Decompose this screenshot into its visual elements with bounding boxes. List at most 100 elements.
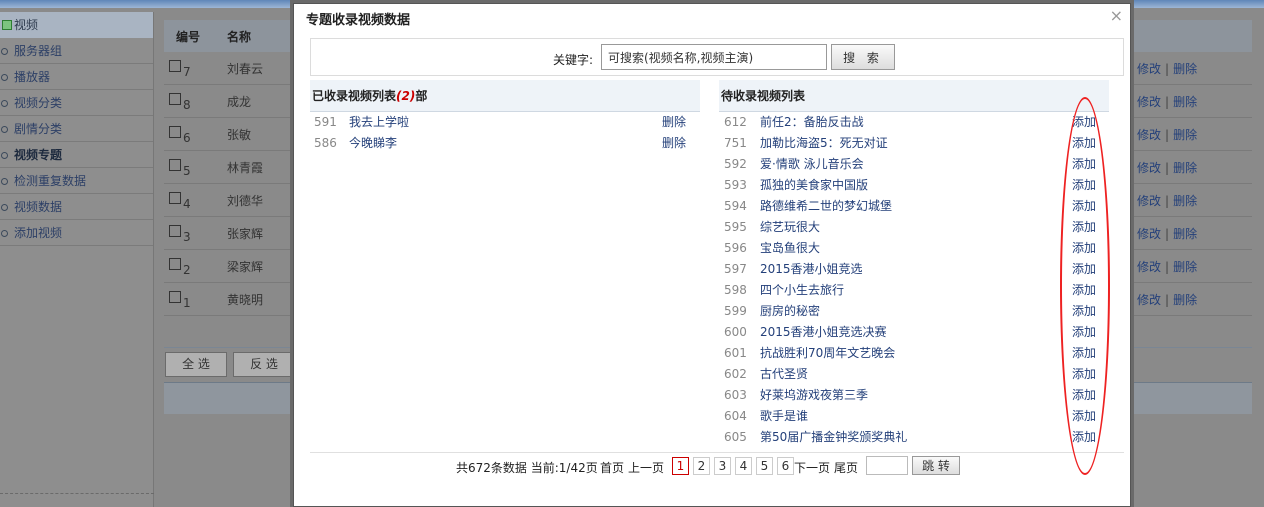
item-name[interactable]: 厨房的秘密 xyxy=(760,301,820,322)
add-link[interactable]: 添加 xyxy=(1072,259,1096,280)
row-checkbox[interactable] xyxy=(169,126,181,138)
select-all-button[interactable]: 全 选 xyxy=(165,352,227,377)
search-button[interactable]: 搜 索 xyxy=(831,44,895,70)
add-link[interactable]: 添加 xyxy=(1072,364,1096,385)
add-link[interactable]: 添加 xyxy=(1072,280,1096,301)
delete-link[interactable]: 删除 xyxy=(1173,161,1197,175)
item-name[interactable]: 第50届广播金钟奖颁奖典礼 xyxy=(760,427,907,448)
delete-link[interactable]: 删除 xyxy=(1173,128,1197,142)
pager-page[interactable]: 5 xyxy=(756,457,773,475)
item-name[interactable]: 爱·情歌 泳儿音乐会 xyxy=(760,154,864,175)
item-name[interactable]: 宝岛鱼很大 xyxy=(760,238,820,259)
add-link[interactable]: 添加 xyxy=(1072,343,1096,364)
edit-link[interactable]: 修改 xyxy=(1137,161,1161,175)
item-name[interactable]: 孤独的美食家中国版 xyxy=(760,175,868,196)
add-link[interactable]: 添加 xyxy=(1072,301,1096,322)
add-link[interactable]: 添加 xyxy=(1072,112,1096,133)
delete-link[interactable]: 删除 xyxy=(1173,260,1197,274)
jump-page-input[interactable] xyxy=(866,456,908,475)
close-icon[interactable]: × xyxy=(1110,6,1123,25)
item-name[interactable]: 抗战胜利70周年文艺晚会 xyxy=(760,343,895,364)
delete-link[interactable]: 删除 xyxy=(1173,194,1197,208)
edit-link[interactable]: 修改 xyxy=(1137,227,1161,241)
item-name[interactable]: 前任2：备胎反击战 xyxy=(760,112,864,133)
item-name[interactable]: 今晚睇李 xyxy=(349,133,397,154)
add-link[interactable]: 添加 xyxy=(1072,385,1096,406)
row-id: 6 xyxy=(183,131,191,145)
item-name[interactable]: 2015香港小姐竞选决赛 xyxy=(760,322,887,343)
item-id: 601 xyxy=(724,346,747,360)
item-name[interactable]: 好莱坞游戏夜第三季 xyxy=(760,385,868,406)
add-link[interactable]: 添加 xyxy=(1072,406,1096,427)
add-link[interactable]: 添加 xyxy=(1072,238,1096,259)
pending-item: 601 抗战胜利70周年文艺晚会 添加 xyxy=(724,343,1104,364)
row-actions: 修改 | 删除 xyxy=(1137,225,1197,242)
delete-link[interactable]: 删除 xyxy=(1173,95,1197,109)
add-link[interactable]: 添加 xyxy=(1072,427,1096,448)
add-link[interactable]: 添加 xyxy=(1072,154,1096,175)
delete-link[interactable]: 删除 xyxy=(1173,62,1197,76)
row-checkbox[interactable] xyxy=(169,93,181,105)
keyword-input[interactable] xyxy=(601,44,827,70)
item-id: 604 xyxy=(724,409,747,423)
row-checkbox[interactable] xyxy=(169,258,181,270)
included-item: 586 今晚睇李 删除 xyxy=(314,133,694,154)
pager-prev[interactable]: 上一页 xyxy=(628,459,664,476)
edit-link[interactable]: 修改 xyxy=(1137,260,1161,274)
item-name[interactable]: 四个小生去旅行 xyxy=(760,280,844,301)
pager-page[interactable]: 6 xyxy=(777,457,794,475)
sidebar-item-video-topic[interactable]: 视频专题 xyxy=(0,142,153,168)
row-checkbox[interactable] xyxy=(169,60,181,72)
edit-link[interactable]: 修改 xyxy=(1137,95,1161,109)
edit-link[interactable]: 修改 xyxy=(1137,62,1161,76)
row-checkbox[interactable] xyxy=(169,291,181,303)
pager-last[interactable]: 尾页 xyxy=(834,459,858,476)
item-name[interactable]: 2015香港小姐竞选 xyxy=(760,259,863,280)
sidebar-item-plot-category[interactable]: 剧情分类 xyxy=(0,116,153,142)
pager-page[interactable]: 4 xyxy=(735,457,752,475)
add-link[interactable]: 添加 xyxy=(1072,175,1096,196)
pager-first[interactable]: 首页 xyxy=(600,459,624,476)
pager-page[interactable]: 3 xyxy=(714,457,731,475)
edit-link[interactable]: 修改 xyxy=(1137,293,1161,307)
item-id: 751 xyxy=(724,136,747,150)
item-name[interactable]: 歌手是谁 xyxy=(760,406,808,427)
keyword-label: 关键字: xyxy=(553,53,594,67)
pager-page[interactable]: 1 xyxy=(672,457,689,475)
item-name[interactable]: 加勒比海盗5：死无对证 xyxy=(760,133,888,154)
pending-item: 592 爱·情歌 泳儿音乐会 添加 xyxy=(724,154,1104,175)
sidebar-item-add-video[interactable]: 添加视频 xyxy=(0,220,153,246)
row-name: 成龙 xyxy=(227,95,252,109)
sidebar-divider xyxy=(0,493,154,501)
invert-select-button[interactable]: 反 选 xyxy=(233,352,295,377)
pager-next[interactable]: 下一页 xyxy=(794,459,830,476)
sidebar-item-server-group[interactable]: 服务器组 xyxy=(0,38,153,64)
add-link[interactable]: 添加 xyxy=(1072,133,1096,154)
item-name[interactable]: 古代圣贤 xyxy=(760,364,808,385)
row-checkbox[interactable] xyxy=(169,192,181,204)
remove-link[interactable]: 删除 xyxy=(662,133,686,154)
add-link[interactable]: 添加 xyxy=(1072,196,1096,217)
search-box: 关键字: 搜 索 xyxy=(310,38,1124,76)
pending-item: 604 歌手是谁 添加 xyxy=(724,406,1104,427)
sidebar-item-video-data[interactable]: 视频数据 xyxy=(0,194,153,220)
pager-page[interactable]: 2 xyxy=(693,457,710,475)
row-checkbox[interactable] xyxy=(169,159,181,171)
item-name[interactable]: 路德维希二世的梦幻城堡 xyxy=(760,196,892,217)
jump-button[interactable]: 跳 转 xyxy=(912,456,960,475)
item-name[interactable]: 综艺玩很大 xyxy=(760,217,820,238)
sidebar-item-duplicate-check[interactable]: 检测重复数据 xyxy=(0,168,153,194)
add-link[interactable]: 添加 xyxy=(1072,322,1096,343)
delete-link[interactable]: 删除 xyxy=(1173,227,1197,241)
remove-link[interactable]: 删除 xyxy=(662,112,686,133)
item-name[interactable]: 我去上学啦 xyxy=(349,112,409,133)
add-link[interactable]: 添加 xyxy=(1072,217,1096,238)
row-checkbox[interactable] xyxy=(169,225,181,237)
action-separator: | xyxy=(1165,161,1170,175)
sidebar-item-player[interactable]: 播放器 xyxy=(0,64,153,90)
edit-link[interactable]: 修改 xyxy=(1137,194,1161,208)
action-separator: | xyxy=(1165,95,1170,109)
sidebar-item-video-category[interactable]: 视频分类 xyxy=(0,90,153,116)
delete-link[interactable]: 删除 xyxy=(1173,293,1197,307)
edit-link[interactable]: 修改 xyxy=(1137,128,1161,142)
